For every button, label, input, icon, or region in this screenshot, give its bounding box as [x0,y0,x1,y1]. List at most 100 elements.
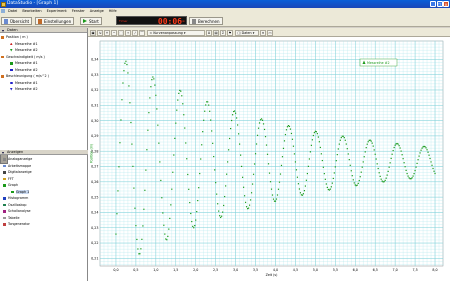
select-icon[interactable]: ⬚ [118,29,124,36]
settings-icon[interactable]: ▭ [267,29,273,36]
data-point [223,204,225,207]
flag-icon[interactable]: ⚑ [227,29,233,36]
data-point [213,155,215,158]
data-point [263,128,266,131]
data-point [121,99,123,101]
data-point [222,211,224,213]
sigma-icon[interactable]: Σ [220,29,226,36]
acceleration-sensor-icon [1,75,4,78]
data-point [289,128,292,130]
data-point [115,233,117,235]
experiment-timer: Timer 00:06 min [116,16,187,26]
calculate-label: Berechnen [198,18,220,24]
data-point [153,78,155,80]
data-point [323,173,325,175]
sound-icon [3,210,6,213]
data-panel-header[interactable]: ▾ Daten [0,28,87,33]
y-tick-label: 0,29 [91,134,98,138]
data-point [229,137,231,140]
data-point [352,179,354,181]
overview-button[interactable]: Übersicht [1,16,33,25]
data-point [400,150,402,152]
data-select[interactable]: ◫ Daten ▾ [235,29,259,36]
minimize-button[interactable]: _ [430,1,436,7]
annotation-icon[interactable]: ▤ [213,29,219,36]
data-point [333,172,335,174]
data-point [239,154,242,156]
data-point [158,142,160,144]
start-button[interactable]: Start [80,16,102,25]
data-point [394,144,396,146]
data-point [351,175,353,177]
data-point [288,125,291,128]
data-point [365,147,367,149]
data-point [305,179,307,181]
zoom-out-icon[interactable]: − [111,29,117,36]
coordinates-icon[interactable]: ⌖ [125,29,131,36]
y-tick-label: 0,22 [91,241,98,245]
data-point [197,199,199,202]
data-point [425,147,427,149]
data-point [154,84,156,86]
oscilloscope-icon [3,203,6,206]
zoom-in-icon[interactable]: + [104,29,110,36]
curve-fit-select[interactable]: ≈ Kurvenanpassung ▾ [147,29,205,36]
display-list: Analoganzeige Arbeitsmappe Digitalanzeig… [0,156,88,228]
data-point [340,136,342,139]
settings-button[interactable]: Einstellungen [35,16,75,25]
graph-window: ▣ ⇲ + − ⬚ ⌖ ∕ ⌒ ≈ Kurvenanpassung ▾ A ▤ … [88,28,450,281]
maximize-button[interactable]: □ [436,1,443,7]
text-icon[interactable]: A [206,29,212,36]
data-point [296,176,299,178]
calculate-button[interactable]: Berechnen [189,16,223,25]
data-point [427,151,429,153]
data-point [140,248,142,250]
data-point [320,153,322,155]
autoscale-icon[interactable]: ▣ [90,29,96,36]
delete-icon[interactable]: ✕ [260,29,266,36]
data-point [334,166,336,168]
slope-icon[interactable]: ∕ [132,29,138,36]
display-item-tone-generator[interactable]: Tongenerator [0,221,88,228]
data-point [126,63,128,66]
y-tick-label: 0,32 [91,88,98,92]
data-point [125,60,127,62]
data-point [306,172,308,175]
tree-item-acceleration-run2[interactable]: Messreihe #2 [0,86,87,93]
data-point [330,186,332,188]
data-point [393,146,395,149]
data-point [199,172,201,175]
data-point [419,152,421,154]
data-point [168,228,170,230]
data-point [132,165,134,167]
data-point [282,147,285,149]
down-triangle-marker-icon [10,49,13,52]
data-point [147,129,149,131]
data-point [129,102,131,104]
overview-icon [3,19,8,24]
x-axis-label: Zeit (s) [266,273,278,277]
data-point [232,114,234,116]
position-sensor-icon [1,36,4,39]
tangent-icon[interactable]: ⌒ [139,29,145,36]
display-panel-header[interactable]: ▾ Anzeigen [0,150,88,155]
data-point [295,169,298,171]
graph-icon [11,190,14,193]
scale-icon[interactable]: ⇲ [97,29,103,36]
data-point [359,176,361,178]
data-point [269,181,272,183]
data-point [217,203,219,205]
close-button[interactable]: × [443,1,449,7]
data-point [317,136,319,138]
data-point [171,188,173,190]
data-point [390,157,392,160]
data-point [143,208,145,210]
data-point [198,187,200,189]
position-chart[interactable]: 0,210,220,230,240,250,260,270,280,290,30… [88,37,450,281]
data-point [249,199,252,201]
data-point [117,190,119,192]
y-tick-label: 0,25 [91,195,98,199]
x-tick-label: 2,5 [213,268,218,272]
data-point [275,198,278,200]
data-point [405,169,407,171]
